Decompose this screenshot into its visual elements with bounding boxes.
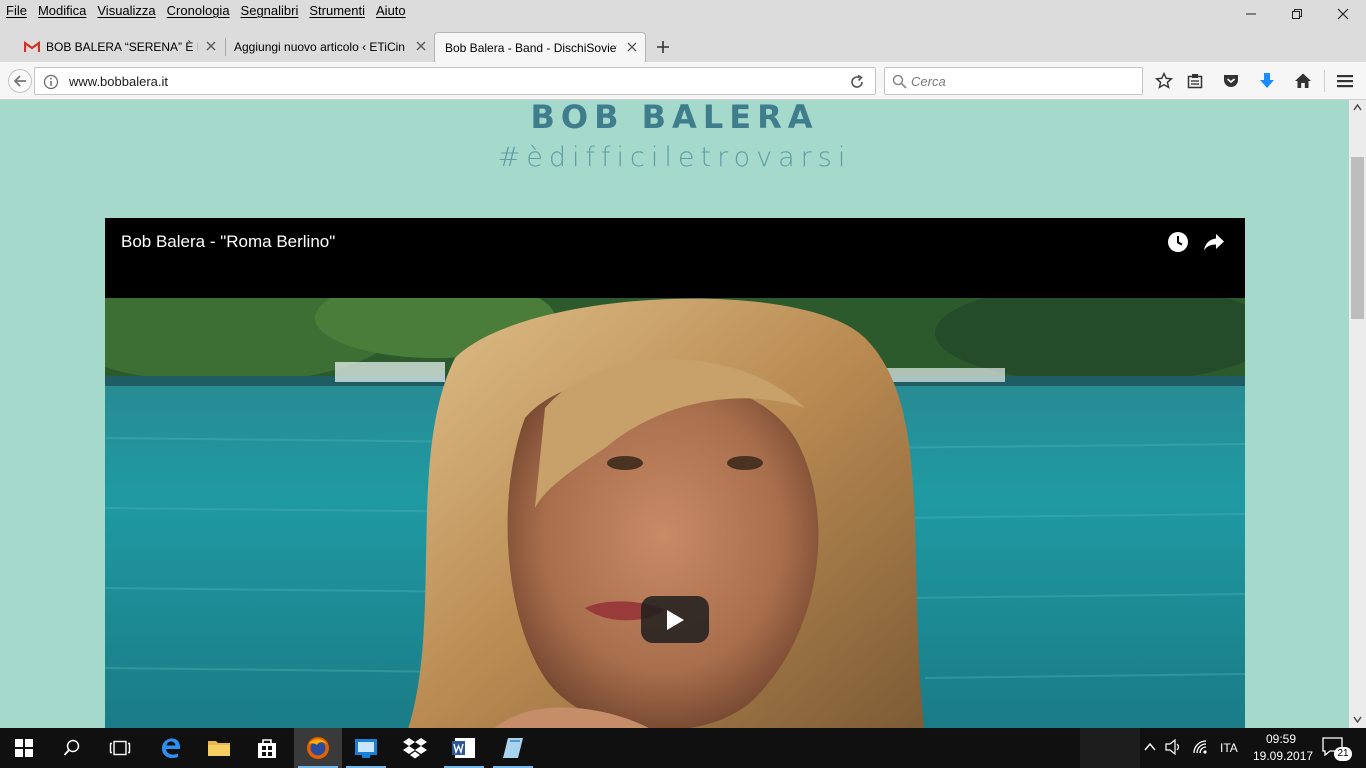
dropbox-icon xyxy=(403,738,427,759)
menu-list: File Modifica Visualizza Cronologia Segn… xyxy=(6,3,417,18)
menu-segnalibri[interactable]: Segnalibri xyxy=(241,3,299,18)
tab-label: Aggiungi nuovo articolo ‹ ETiCin xyxy=(234,40,405,54)
wifi-icon[interactable] xyxy=(1192,739,1208,755)
page-scrollbar[interactable] xyxy=(1349,100,1366,728)
language-indicator[interactable]: ITA xyxy=(1220,741,1238,755)
taskbar: ITA 09:59 19.09.2017 21 xyxy=(0,728,1366,768)
video-header: Bob Balera - "Roma Berlino" xyxy=(105,218,1245,298)
new-tab-button[interactable] xyxy=(652,36,674,58)
watch-later-icon[interactable] xyxy=(1167,231,1189,253)
minimize-button[interactable] xyxy=(1228,0,1274,28)
notification-badge: 21 xyxy=(1334,747,1352,761)
search-bar[interactable]: Cerca xyxy=(884,67,1143,95)
tab-bob-balera[interactable]: Bob Balera - Band - DischiSoviet xyxy=(434,32,646,62)
scroll-up-icon[interactable] xyxy=(1353,103,1362,111)
menu-cronologia[interactable]: Cronologia xyxy=(167,3,230,18)
clock-date[interactable]: 19.09.2017 xyxy=(1253,749,1313,763)
edge-icon xyxy=(162,738,181,759)
menu-aiuto[interactable]: Aiuto xyxy=(376,3,406,18)
windows-logo-icon xyxy=(15,739,33,757)
volume-icon[interactable] xyxy=(1165,739,1183,755)
info-icon[interactable] xyxy=(43,74,59,90)
search-icon xyxy=(892,74,907,89)
home-button[interactable] xyxy=(1293,71,1313,91)
menu-strumenti[interactable]: Strumenti xyxy=(309,3,365,18)
play-button[interactable] xyxy=(641,596,709,643)
notes-button[interactable] xyxy=(489,728,537,768)
download-arrow-icon xyxy=(1260,73,1274,88)
task-view-icon xyxy=(109,740,131,756)
home-icon xyxy=(1295,73,1311,88)
downloads-button[interactable] xyxy=(1257,71,1277,91)
scroll-down-icon[interactable] xyxy=(1353,716,1362,724)
nav-bar: www.bobbalera.it Cerca xyxy=(0,62,1366,100)
word-icon xyxy=(452,738,475,758)
edge-button[interactable] xyxy=(147,728,195,768)
url-text[interactable]: www.bobbalera.it xyxy=(69,74,168,89)
tab-close-icon[interactable] xyxy=(625,40,639,54)
gmail-icon xyxy=(24,41,40,52)
close-window-button[interactable] xyxy=(1320,0,1366,28)
tab-label: BOB BALERA “SERENA” È IL N xyxy=(46,40,198,54)
tab-eticin[interactable]: Aggiungi nuovo articolo ‹ ETiCin xyxy=(224,32,434,62)
video-thumbnail[interactable] xyxy=(105,298,1245,728)
clipboard-icon xyxy=(1187,74,1203,89)
star-icon xyxy=(1155,72,1173,89)
share-icon[interactable] xyxy=(1203,232,1225,252)
plus-icon xyxy=(657,41,669,53)
clock-time[interactable]: 09:59 xyxy=(1266,732,1296,746)
hamburger-icon xyxy=(1337,75,1353,88)
tab-label: Bob Balera - Band - DischiSoviet xyxy=(445,40,617,55)
close-icon xyxy=(1337,8,1349,20)
firefox-icon xyxy=(307,737,329,759)
reload-icon[interactable] xyxy=(849,74,865,90)
task-view-button[interactable] xyxy=(96,728,144,768)
video-thumbnail-image xyxy=(105,298,1245,728)
site-tagline: #èdifficiletrovarsi xyxy=(497,142,852,173)
file-explorer-button[interactable] xyxy=(195,728,243,768)
folder-icon xyxy=(208,741,230,756)
back-arrow-icon xyxy=(13,75,26,87)
tab-strip: BOB BALERA “SERENA” È IL N Aggiungi nuov… xyxy=(0,28,1366,62)
open-menu-button[interactable] xyxy=(1335,71,1355,91)
page-content: BOB BALERA #èdifficiletrovarsi Bob Baler… xyxy=(0,100,1349,728)
app-taskbar-button[interactable] xyxy=(342,728,390,768)
site-brand: BOB BALERA xyxy=(530,100,819,136)
tab-close-icon[interactable] xyxy=(414,39,428,53)
bookmark-star-button[interactable] xyxy=(1154,71,1174,91)
tab-gmail[interactable]: BOB BALERA “SERENA” È IL N xyxy=(14,32,224,62)
tab-close-icon[interactable] xyxy=(204,39,218,53)
minimize-icon xyxy=(1246,13,1256,15)
restore-icon xyxy=(1292,9,1302,19)
video-player[interactable]: Bob Balera - "Roma Berlino" xyxy=(105,218,1245,728)
play-icon xyxy=(667,609,684,630)
bookmarks-menu-button[interactable] xyxy=(1185,71,1205,91)
store-button[interactable] xyxy=(243,728,291,768)
store-bag-icon xyxy=(258,739,276,758)
firefox-taskbar-button[interactable] xyxy=(294,728,342,768)
menu-bar: File Modifica Visualizza Cronologia Segn… xyxy=(0,0,1366,28)
toolbar-divider xyxy=(1324,70,1325,92)
back-button[interactable] xyxy=(8,69,32,93)
computer-app-icon xyxy=(355,739,377,758)
video-title[interactable]: Bob Balera - "Roma Berlino" xyxy=(121,232,335,252)
menu-modifica[interactable]: Modifica xyxy=(38,3,86,18)
chevron-up-icon[interactable] xyxy=(1144,742,1156,752)
search-taskbar-button[interactable] xyxy=(48,728,96,768)
menu-file[interactable]: File xyxy=(6,3,27,18)
pocket-icon xyxy=(1224,75,1238,87)
menu-visualizza[interactable]: Visualizza xyxy=(97,3,155,18)
scroll-thumb[interactable] xyxy=(1351,157,1364,319)
dropbox-button[interactable] xyxy=(391,728,439,768)
search-icon xyxy=(63,739,80,756)
start-button[interactable] xyxy=(0,728,48,768)
action-center-button[interactable]: 21 xyxy=(1316,734,1356,764)
url-bar[interactable]: www.bobbalera.it xyxy=(34,67,876,95)
tray-thumbnail xyxy=(1080,728,1140,768)
word-button[interactable] xyxy=(440,728,488,768)
notes-icon xyxy=(503,738,523,758)
pocket-button[interactable] xyxy=(1221,71,1241,91)
restore-button[interactable] xyxy=(1274,0,1320,28)
search-placeholder: Cerca xyxy=(911,74,946,89)
